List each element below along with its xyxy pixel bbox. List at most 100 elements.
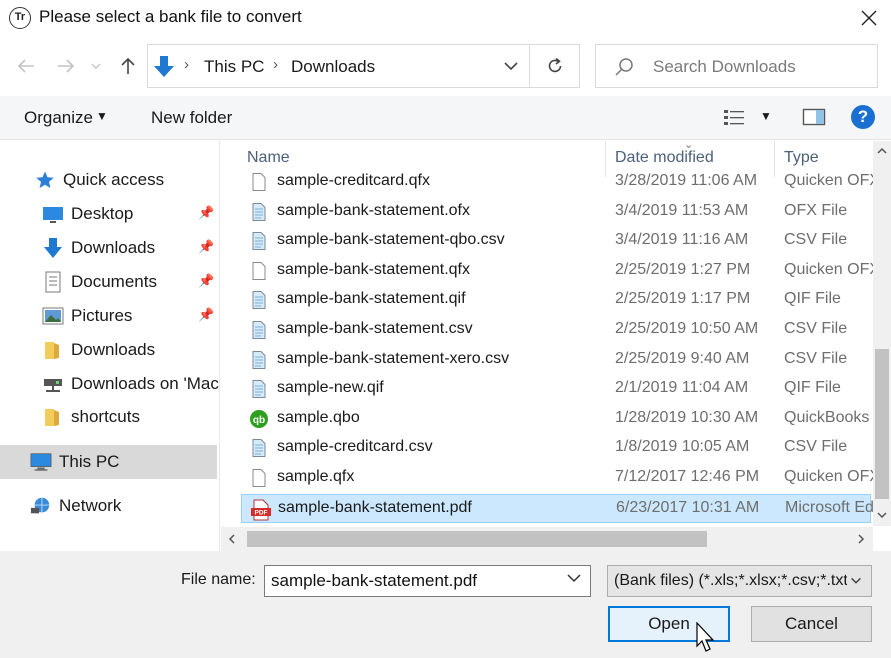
file-type: Quicken OFX — [784, 260, 874, 278]
file-row[interactable]: sample-creditcard.csv 1/8/2019 10:05 AM CS… — [241, 434, 871, 463]
search-placeholder: Search Downloads — [653, 57, 796, 76]
nav-this-pc[interactable]: This PC — [0, 445, 217, 479]
nav-label: Downloads on 'Mac — [71, 374, 219, 393]
search-box[interactable]: Search Downloads — [595, 44, 878, 88]
caret-down-icon[interactable]: ▼ — [760, 109, 772, 123]
file-row[interactable]: sample-bank-statement-qbo.csv 3/4/2019 11… — [241, 227, 871, 256]
scroll-down-icon[interactable] — [877, 511, 887, 519]
chevron-down-icon[interactable] — [503, 56, 519, 76]
file-row[interactable]: sample-bank-statement.ofx 3/4/2019 11:53 … — [241, 198, 871, 227]
file-type: CSV File — [784, 320, 848, 337]
refresh-button[interactable] — [530, 44, 580, 88]
horizontal-scrollbar[interactable] — [221, 527, 873, 551]
nav-item-desktop[interactable]: Desktop — [42, 199, 220, 229]
scroll-up-icon[interactable] — [877, 147, 887, 155]
nav-item-downloads[interactable]: Downloads — [42, 233, 220, 263]
file-date-modified: 2/25/2019 9:40 AM — [615, 349, 750, 367]
file-name: sample-creditcard.csv — [277, 438, 433, 456]
file-row[interactable]: sample-new.qif 2/1/2019 11:04 AM QIF File — [241, 375, 871, 404]
file-date-modified: 2/1/2019 11:04 AM — [615, 379, 749, 397]
pin-icon[interactable]: 📌 — [198, 239, 214, 255]
vertical-scroll-thumb[interactable] — [875, 349, 889, 499]
file-name: sample.qfx — [277, 468, 355, 485]
file-row[interactable]: sample-creditcard.qfx 3/28/2019 11:06 AM Q… — [241, 168, 874, 197]
address-bar[interactable]: › This PC › Downloads — [147, 44, 530, 88]
nav-label: Quick access — [63, 170, 165, 189]
nav-quick-access[interactable]: Quick access — [34, 165, 164, 195]
file-row[interactable]: sample.qfx 7/12/2017 12:46 PM Quicken OFX — [241, 464, 874, 493]
file-name: sample-bank-statement.ofx — [277, 201, 470, 219]
vertical-scrollbar[interactable] — [873, 141, 891, 526]
text-file-icon — [249, 379, 269, 399]
column-header-name[interactable]: Name — [247, 149, 290, 167]
network-icon — [30, 495, 52, 517]
file-date-modified: 6/23/2017 10:31 AM — [616, 498, 760, 516]
file-name: sample-bank-statement.pdf — [278, 498, 472, 516]
nav-network[interactable]: Network — [30, 491, 121, 521]
search-icon — [615, 58, 633, 76]
nav-item-shortcuts[interactable]: shortcuts — [42, 402, 220, 432]
preview-pane-icon[interactable] — [802, 107, 826, 127]
horizontal-scroll-thumb[interactable] — [247, 531, 707, 547]
refresh-icon — [548, 57, 561, 73]
file-name-input[interactable] — [264, 565, 591, 597]
scroll-left-icon[interactable] — [228, 534, 236, 544]
file-row[interactable]: sample-bank-statement.qif 2/25/2019 1:17 … — [241, 286, 871, 315]
pin-icon[interactable]: 📌 — [198, 273, 214, 289]
nav-label: This PC — [59, 452, 120, 471]
column-header-date-modified[interactable]: Date modified — [615, 149, 714, 167]
file-row[interactable]: sample-bank-statement.qfx 2/25/2019 1:27 … — [241, 257, 874, 286]
nav-label: Documents — [71, 272, 157, 291]
caret-down-icon[interactable]: ▼ — [96, 109, 108, 123]
scroll-right-icon[interactable] — [857, 534, 865, 544]
cancel-button[interactable]: Cancel — [751, 606, 872, 642]
nav-item-downloads-folder[interactable]: Downloads — [42, 335, 220, 365]
mouse-cursor-icon — [696, 622, 715, 652]
file-date-modified: 3/4/2019 11:16 AM — [615, 231, 749, 249]
breadcrumb-downloads[interactable]: Downloads — [291, 57, 375, 77]
up-arrow-icon — [121, 57, 135, 74]
file-row[interactable]: sample-bank-statement.csv 2/25/2019 10:50… — [241, 316, 871, 345]
file-name: sample-new.qif — [277, 379, 384, 397]
new-folder-button[interactable]: New folder — [151, 108, 232, 128]
pin-icon[interactable]: 📌 — [198, 205, 214, 221]
view-options-icon[interactable] — [722, 107, 748, 127]
file-row[interactable]: qb sample.qbo 1/28/2019 10:30 AM QuickBooks — [241, 405, 871, 434]
computer-icon — [30, 451, 52, 473]
recent-locations-button[interactable] — [86, 52, 106, 80]
nav-item-pictures[interactable]: Pictures — [42, 301, 220, 331]
file-name: sample.qbo — [277, 408, 360, 426]
navigation-pane: Quick access Desktop 📌 Downloads 📌 Docum… — [0, 141, 220, 551]
forward-button[interactable] — [52, 52, 80, 80]
file-type: QuickBooks — [784, 408, 870, 426]
back-button[interactable] — [12, 52, 40, 80]
pin-icon[interactable]: 📌 — [198, 307, 214, 323]
file-row[interactable]: PDF sample-bank-statement.pdf 6/23/2017 10… — [241, 493, 875, 523]
file-date-modified: 2/25/2019 1:17 PM — [615, 290, 751, 308]
text-file-icon — [249, 438, 269, 458]
column-header-type[interactable]: Type — [784, 149, 819, 167]
quickbooks-icon: qb — [249, 409, 269, 429]
dialog-footer: File name: (Bank files) (*.xls;*.xlsx;*.… — [0, 551, 891, 658]
file-name: sample-creditcard.qfx — [277, 172, 430, 189]
file-type-filter[interactable]: (Bank files) (*.xls;*.xlsx;*.csv;*.txt — [607, 565, 872, 597]
breadcrumb-separator-icon: › — [273, 56, 278, 73]
back-arrow-icon — [17, 59, 34, 73]
organize-button[interactable]: Organize — [24, 108, 93, 128]
app-icon: Tr — [9, 7, 31, 29]
help-button[interactable]: ? — [851, 105, 875, 129]
file-date-modified: 3/4/2019 11:53 AM — [615, 201, 749, 219]
file-name: sample-bank-statement-xero.csv — [277, 349, 510, 367]
nav-item-documents[interactable]: Documents — [42, 267, 220, 297]
file-row[interactable]: sample-bank-statement-xero.csv 2/25/2019 … — [241, 346, 871, 375]
breadcrumb-this-pc[interactable]: This PC — [204, 57, 264, 77]
file-name: sample-bank-statement-qbo.csv — [277, 231, 505, 249]
text-file-icon — [249, 350, 269, 370]
up-button[interactable] — [114, 52, 142, 80]
nav-label: Downloads — [71, 340, 156, 359]
nav-item-downloads-on-mac[interactable]: Downloads on 'Mac — [42, 369, 220, 399]
file-name: sample-bank-statement.qif — [277, 290, 466, 308]
blank-file-icon — [249, 261, 269, 281]
file-date-modified: 7/12/2017 12:46 PM — [615, 468, 760, 485]
close-button[interactable] — [847, 0, 891, 36]
